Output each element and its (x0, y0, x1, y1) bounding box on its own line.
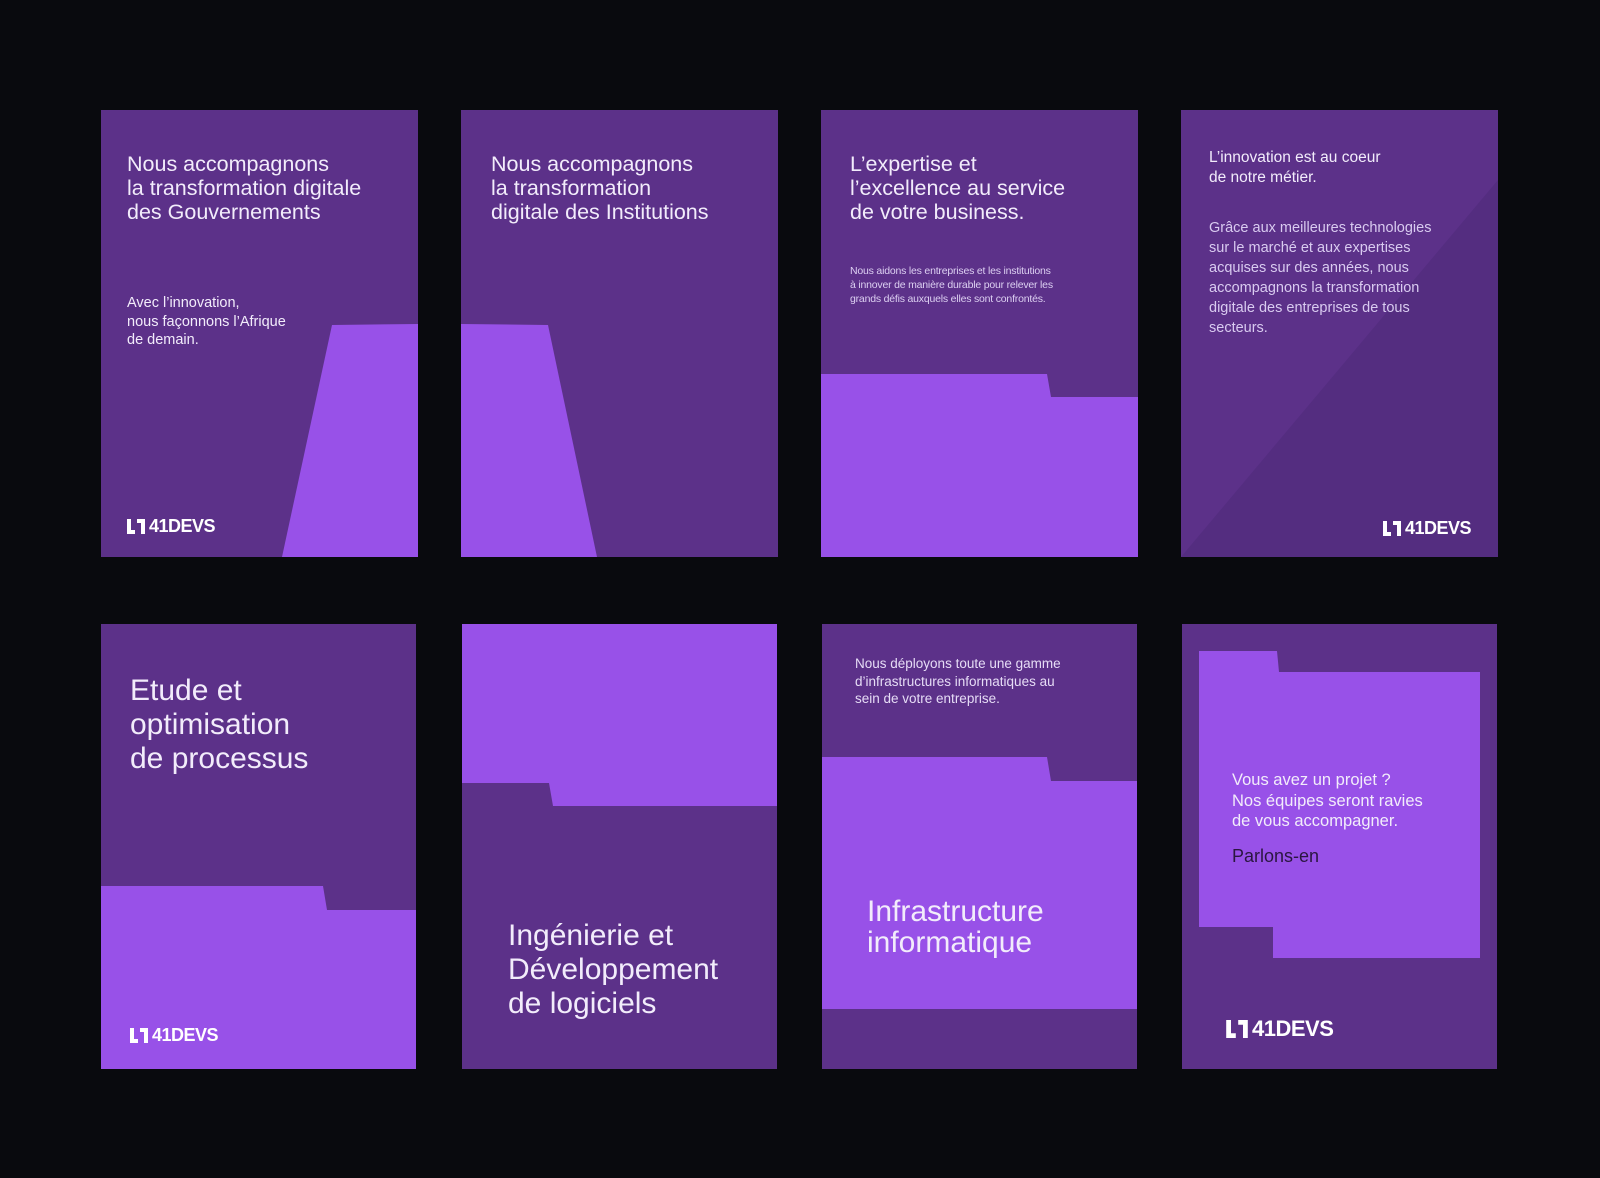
logo-text: 41DEVS (149, 516, 216, 536)
logo-text: 41DEVS (1252, 1016, 1334, 1041)
poster-card-institutions: Nous accompagnons la transformation digi… (461, 110, 778, 557)
poster-card-governments: Nous accompagnons la transformation digi… (101, 110, 418, 557)
card-title: Etude et optimisation de processus (130, 674, 309, 775)
poster-card-process: Etude et optimisation de processus 41DEV… (101, 624, 416, 1069)
card-title: Nous accompagnons la transformation digi… (127, 152, 362, 224)
poster-card-infrastructure: Nous déployons toute une gamme d’infrast… (822, 624, 1137, 1069)
card-title: Infrastructure informatique (867, 895, 1044, 959)
41devs-logo-icon (130, 1028, 148, 1043)
brand-logo: 41DEVS (130, 1025, 219, 1046)
card-title: L’expertise et l’excellence au service d… (850, 152, 1066, 224)
41devs-logo-icon (127, 519, 145, 534)
card-title: Ingénierie et Développement de logiciels (508, 919, 719, 1020)
41devs-logo-icon (1383, 521, 1401, 536)
logo-text: 41DEVS (152, 1025, 219, 1045)
poster-card-innovation: L’innovation est au coeur de notre métie… (1181, 110, 1498, 557)
parlons-en-link[interactable]: Parlons-en (1232, 846, 1319, 867)
brand-logo: 41DEVS (1226, 1016, 1334, 1042)
card-body: Grâce aux meilleures technologies sur le… (1209, 220, 1432, 336)
card-body: Avec l’innovation, nous façonnons l’Afri… (127, 295, 286, 348)
brand-logo: 41DEVS (1383, 518, 1472, 539)
contact-message: Vous avez un projet ? Nos équipes seront… (1232, 771, 1423, 830)
accent-panel-shape (1199, 651, 1480, 958)
card-title: Nous accompagnons la transformation digi… (491, 152, 709, 224)
logo-text: 41DEVS (1405, 518, 1472, 538)
card-title: L’innovation est au coeur de notre métie… (1209, 149, 1381, 186)
poster-card-expertise: L’expertise et l’excellence au service d… (821, 110, 1138, 557)
card-body: Nous aidons les entreprises et les insti… (850, 265, 1053, 305)
poster-card-software: Ingénierie et Développement de logiciels (462, 624, 777, 1069)
card-body: Nous déployons toute une gamme d’infrast… (855, 656, 1061, 706)
poster-card-contact: Vous avez un projet ? Nos équipes seront… (1182, 624, 1497, 1069)
41devs-logo-icon (1226, 1020, 1248, 1038)
brand-logo: 41DEVS (127, 516, 216, 537)
